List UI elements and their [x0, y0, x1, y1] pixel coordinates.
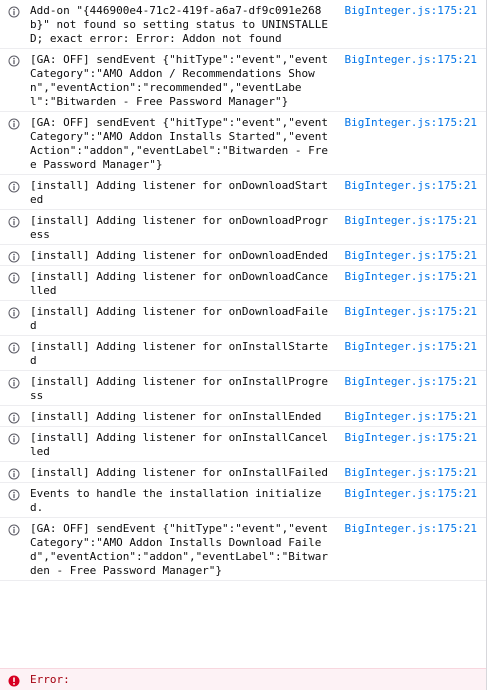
message-source-link[interactable]: BigInteger.js:175:21	[345, 305, 477, 319]
message-source-link[interactable]: BigInteger.js:175:21	[345, 340, 477, 354]
message-source-link[interactable]: BigInteger.js:175:21	[345, 466, 477, 480]
info-icon	[8, 251, 20, 263]
console-message: [install] Adding listener for onDownload…	[0, 175, 486, 210]
message-text: [GA: OFF] sendEvent {"hitType":"event","…	[30, 116, 329, 171]
message-text: Events to handle the installation initia…	[30, 487, 322, 514]
info-icon	[8, 468, 20, 480]
message-source-link[interactable]: BigInteger.js:175:21	[345, 410, 477, 424]
message-text: [install] Adding listener for onInstallF…	[30, 466, 329, 479]
message-source-link[interactable]: BigInteger.js:175:21	[345, 375, 477, 389]
message-text: [install] Adding listener for onDownload…	[30, 214, 329, 241]
console-message: Events to handle the installation initia…	[0, 483, 486, 518]
message-source-link[interactable]: BigInteger.js:175:21	[345, 4, 477, 18]
info-icon	[8, 118, 20, 130]
message-source-link[interactable]: BigInteger.js:175:21	[345, 249, 477, 263]
message-text: [install] Adding listener for onInstallE…	[30, 410, 322, 423]
message-text: [GA: OFF] sendEvent {"hitType":"event","…	[30, 53, 329, 108]
message-source-link[interactable]: BigInteger.js:175:21	[345, 53, 477, 67]
info-icon	[8, 377, 20, 389]
info-icon	[8, 342, 20, 354]
console-message: Add-on "{446900e4-71c2-419f-a6a7-df9c091…	[0, 0, 486, 49]
console-message: [install] Adding listener for onInstallC…	[0, 427, 486, 462]
message-text: [install] Adding listener for onDownload…	[30, 270, 329, 297]
message-source-link[interactable]: BigInteger.js:175:21	[345, 214, 477, 228]
info-icon	[8, 216, 20, 228]
message-text: [install] Adding listener for onInstallP…	[30, 375, 329, 402]
info-icon	[8, 412, 20, 424]
message-text: [GA: OFF] sendEvent {"hitType":"event","…	[30, 522, 329, 577]
info-icon	[8, 272, 20, 284]
info-icon	[8, 55, 20, 67]
console-message: [install] Adding listener for onInstallS…	[0, 336, 486, 371]
console-message: [install] Adding listener for onInstallP…	[0, 371, 486, 406]
message-source-link[interactable]: BigInteger.js:175:21	[345, 487, 477, 501]
message-source-link[interactable]: BigInteger.js:175:21	[345, 431, 477, 445]
info-icon	[8, 6, 20, 18]
console-output: Add-on "{446900e4-71c2-419f-a6a7-df9c091…	[0, 0, 487, 690]
message-text: [install] Adding listener for onInstallS…	[30, 340, 329, 367]
message-source-link[interactable]: BigInteger.js:175:21	[345, 270, 477, 284]
message-list: Add-on "{446900e4-71c2-419f-a6a7-df9c091…	[0, 0, 486, 581]
console-message: [GA: OFF] sendEvent {"hitType":"event","…	[0, 518, 486, 581]
console-message: [GA: OFF] sendEvent {"hitType":"event","…	[0, 112, 486, 175]
console-message: [install] Adding listener for onDownload…	[0, 266, 486, 301]
message-source-link[interactable]: BigInteger.js:175:21	[345, 522, 477, 536]
console-message: [install] Adding listener for onDownload…	[0, 245, 486, 266]
info-icon	[8, 433, 20, 445]
console-message: [GA: OFF] sendEvent {"hitType":"event","…	[0, 49, 486, 112]
message-text: Add-on "{446900e4-71c2-419f-a6a7-df9c091…	[30, 4, 329, 45]
message-source-link[interactable]: BigInteger.js:175:21	[345, 179, 477, 193]
console-message: [install] Adding listener for onInstallE…	[0, 406, 486, 427]
error-icon	[8, 675, 20, 687]
console-message: [install] Adding listener for onDownload…	[0, 301, 486, 336]
message-text: [install] Adding listener for onDownload…	[30, 249, 329, 262]
message-source-link[interactable]: BigInteger.js:175:21	[345, 116, 477, 130]
info-icon	[8, 181, 20, 193]
info-icon	[8, 489, 20, 501]
error-message-text: Error:	[30, 673, 70, 686]
console-message-error: Error:	[0, 668, 486, 690]
info-icon	[8, 307, 20, 319]
message-text: [install] Adding listener for onDownload…	[30, 305, 329, 332]
info-icon	[8, 524, 20, 536]
message-text: [install] Adding listener for onDownload…	[30, 179, 329, 206]
message-text: [install] Adding listener for onInstallC…	[30, 431, 329, 458]
console-message: [install] Adding listener for onInstallF…	[0, 462, 486, 483]
console-message: [install] Adding listener for onDownload…	[0, 210, 486, 245]
